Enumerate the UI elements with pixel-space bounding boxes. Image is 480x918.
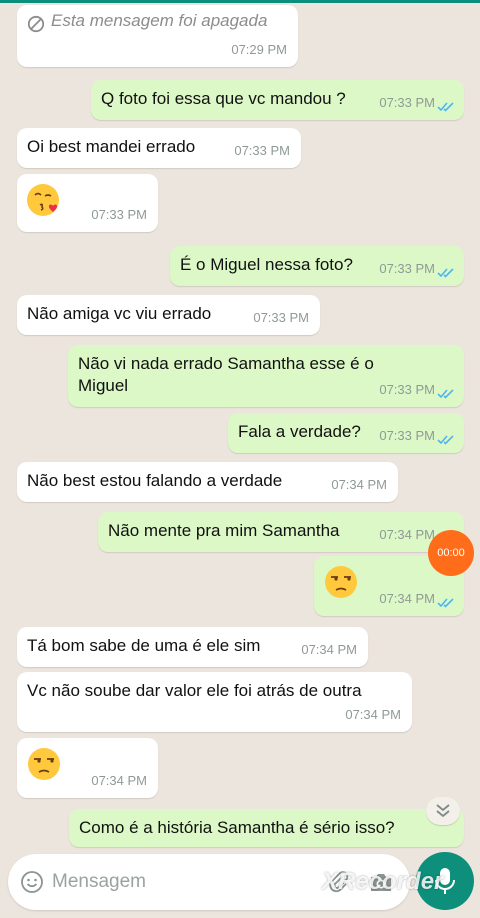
message-time: 07:33 PM [379,428,435,443]
message-text: Oi best mandei errado [27,137,196,156]
message-outgoing[interactable]: Como é a história Samantha é sério isso? [69,809,464,847]
message-text: Esta mensagem foi apagada [51,11,268,30]
message-time: 07:33 PM [234,143,290,158]
message-incoming-emoji[interactable]: 07:33 PM [17,174,158,232]
message-incoming[interactable]: Não best estou falando a verdade 07:34 P… [17,462,398,502]
message-incoming[interactable]: Não amiga vc viu errado 07:33 PM [17,295,320,335]
message-outgoing[interactable]: É o Miguel nessa foto? 07:33 PM [170,246,464,286]
message-time: 07:33 PM [253,310,309,325]
chevron-down-icon [436,804,450,818]
message-text: Tá bom sabe de uma é ele sim [27,636,261,655]
double-check-icon [437,268,454,278]
message-time: 07:34 PM [301,642,357,657]
message-time: 07:33 PM [379,261,435,276]
message-time: 07:33 PM [91,207,147,222]
ban-icon [27,15,45,33]
message-time: 07:34 PM [345,707,401,722]
kissing-face-with-heart-emoji [27,184,59,216]
message-incoming[interactable]: Tá bom sabe de uma é ele sim 07:34 PM [17,627,368,667]
message-text: É o Miguel nessa foto? [180,255,353,274]
message-outgoing[interactable]: Não mente pra mim Samantha 07:34 PM [98,512,464,552]
chat-area[interactable]: Esta mensagem foi apagada 07:29 PM Q fot… [0,0,480,918]
message-outgoing[interactable]: Fala a verdade? 07:33 PM [228,413,464,453]
message-incoming[interactable]: Oi best mandei errado 07:33 PM [17,128,301,168]
message-time: 07:29 PM [231,42,287,57]
double-check-icon [437,435,454,445]
smiley-icon[interactable] [20,870,44,894]
recorder-watermark: XRecorder [322,868,444,895]
message-input[interactable] [52,868,282,896]
message-time: 07:34 PM [331,477,387,492]
message-deleted[interactable]: Esta mensagem foi apagada 07:29 PM [17,5,298,67]
message-text: Vc não soube dar valor ele foi atrás de … [27,681,362,700]
message-time: 07:34 PM [91,773,147,788]
message-text: Não vi nada errado Samantha esse é o Mig… [78,354,374,395]
message-text: Não amiga vc viu errado [27,304,212,323]
unamused-face-emoji [325,566,357,598]
message-incoming-emoji[interactable]: 07:34 PM [17,738,158,798]
message-text: Fala a verdade? [238,422,361,441]
recorder-timer-bubble[interactable]: 00:00 [428,530,474,576]
message-time: 07:34 PM [379,591,435,606]
message-text: Como é a história Samantha é sério isso? [79,818,395,837]
double-check-icon [437,389,454,399]
message-time: 07:33 PM [379,95,435,110]
double-check-icon [437,598,454,608]
message-incoming[interactable]: Vc não soube dar valor ele foi atrás de … [17,672,412,732]
scroll-to-bottom-button[interactable] [426,797,460,825]
double-check-icon [437,102,454,112]
unamused-face-emoji [28,748,60,780]
message-outgoing[interactable]: Q foto foi essa que vc mandou ? 07:33 PM [91,80,464,120]
message-time: 07:33 PM [379,382,435,397]
message-outgoing[interactable]: Não vi nada errado Samantha esse é o Mig… [68,345,464,407]
message-text: Não mente pra mim Samantha [108,521,340,540]
message-text: Q foto foi essa que vc mandou ? [101,89,346,108]
message-text: Não best estou falando a verdade [27,471,283,490]
message-time: 07:34 PM [379,527,435,542]
